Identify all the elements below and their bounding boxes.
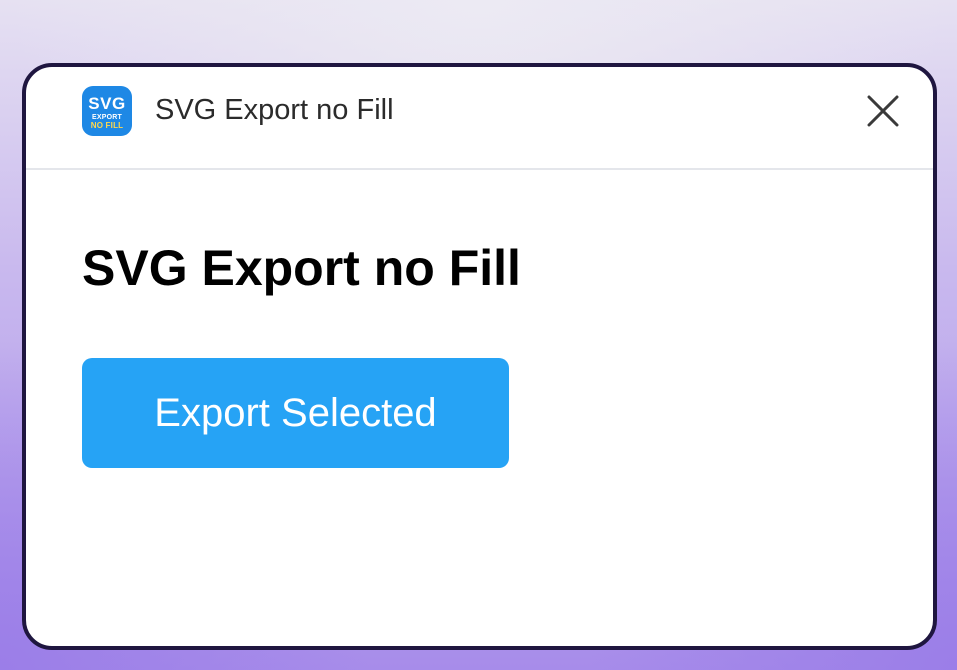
- app-icon-line-1: SVG: [88, 93, 126, 113]
- window-title: SVG Export no Fill: [155, 94, 394, 126]
- app-icon-line-3: NO FILL: [90, 120, 124, 130]
- plugin-window: SVG EXPORT NO FILL SVG Export no Fill SV…: [22, 63, 937, 650]
- app-icon: SVG EXPORT NO FILL: [82, 86, 132, 136]
- app-icon-line-2: EXPORT: [92, 113, 122, 121]
- export-selected-button[interactable]: Export Selected: [82, 358, 509, 468]
- close-button[interactable]: [863, 91, 903, 131]
- window-titlebar: SVG EXPORT NO FILL SVG Export no Fill: [26, 67, 933, 170]
- close-icon: [867, 95, 899, 127]
- page-heading: SVG Export no Fill: [82, 240, 521, 296]
